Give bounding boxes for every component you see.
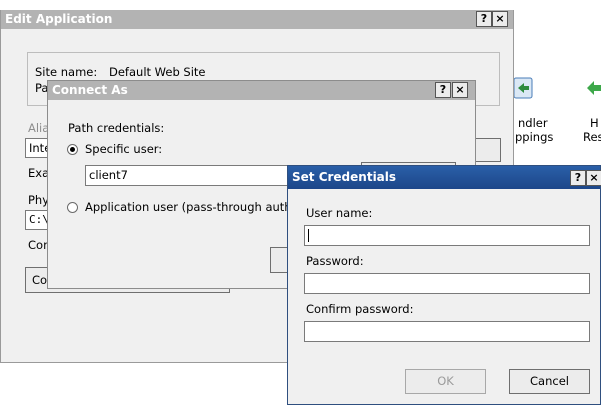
specific-user-label: Specific user: [85,142,163,156]
username-label: User name: [306,206,373,220]
connect-as-title: Connect As [52,83,128,97]
specific-user-input[interactable]: client7 [85,165,295,186]
handler-mappings-icon[interactable] [512,76,534,100]
connect-as-close-button[interactable]: × [452,82,468,98]
physical-path-label: Phy [28,193,50,207]
edit-application-title: Edit Application [5,12,113,26]
path-credentials-label: Path credentials: [68,121,165,135]
connect-as-help-button[interactable]: ? [435,82,451,98]
username-input[interactable] [304,225,590,246]
application-user-label: Application user (pass-through authe [85,200,299,214]
password-input[interactable] [304,273,590,294]
confirm-password-input[interactable] [304,321,590,342]
confirm-password-label: Confirm password: [306,302,414,316]
password-label: Password: [306,254,364,268]
edit-application-titlebar[interactable]: Edit Application [1,10,513,29]
set-credentials-titlebar[interactable]: Set Credentials [288,166,600,189]
connect-as-titlebar[interactable]: Connect As [48,81,475,100]
cancel-button[interactable]: Cancel [509,369,590,394]
http-response-label-1: H [590,116,599,130]
set-credentials-dialog: Set Credentials ? × User name: Password:… [287,165,601,405]
http-response-label-2: Res [583,130,601,144]
specific-user-radio[interactable] [67,144,78,155]
handler-mappings-label-2: ppings [515,130,554,144]
site-name-value: Default Web Site [109,65,206,79]
set-credentials-help-button[interactable]: ? [570,170,586,186]
http-response-icon[interactable] [585,76,601,100]
text-cursor [308,229,309,242]
set-credentials-title: Set Credentials [292,170,397,184]
ok-button[interactable]: OK [405,369,486,394]
edit-application-close-button[interactable]: × [492,11,508,27]
edit-application-help-button[interactable]: ? [476,11,492,27]
application-user-radio[interactable] [67,202,78,213]
site-name-label: Site name: [35,65,98,79]
handler-mappings-label-1: ndler [518,116,548,130]
set-credentials-close-button[interactable]: × [586,170,601,186]
example-label: Exa [28,166,50,180]
